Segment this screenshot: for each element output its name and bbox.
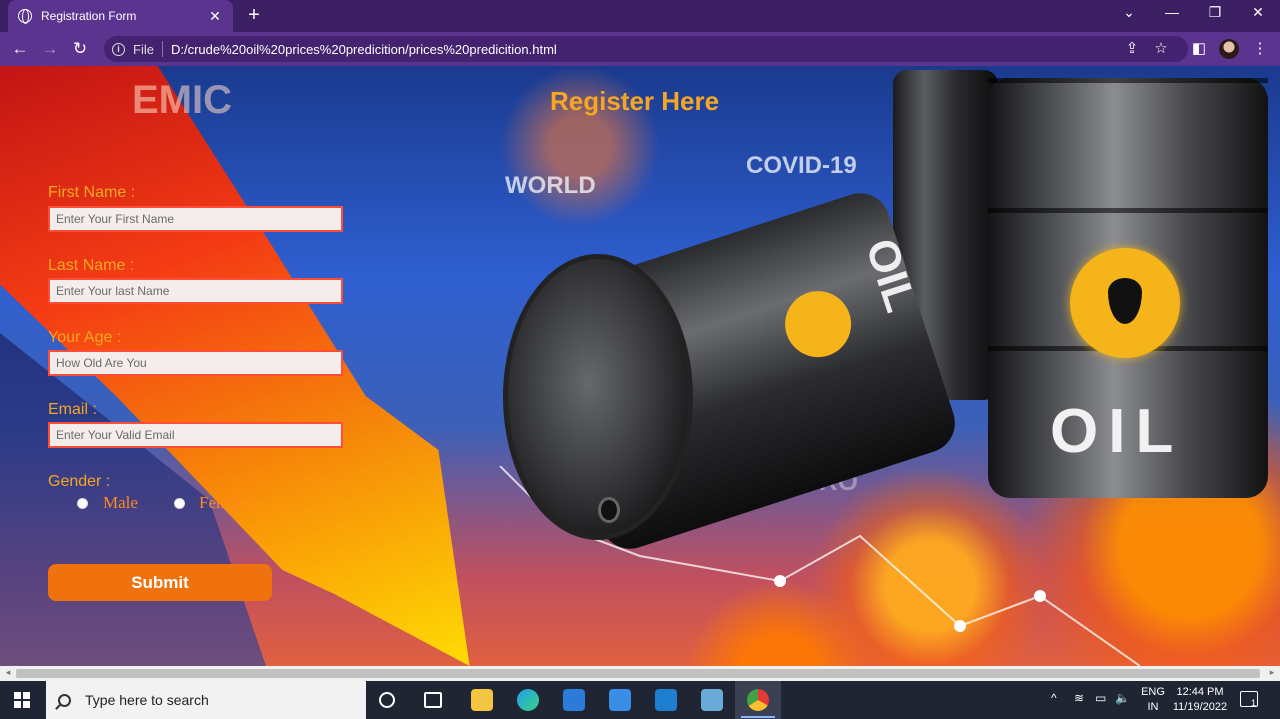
region-code: IN [1147, 701, 1159, 713]
clock-date: 11/19/2022 [1172, 701, 1228, 713]
chrome-icon[interactable] [747, 689, 769, 711]
wifi-icon[interactable]: ≋ [1074, 691, 1084, 705]
tab-registration-form[interactable]: Registration Form ✕ [8, 0, 233, 32]
search-icon [58, 693, 71, 707]
side-panel-icon[interactable]: ◧ [1189, 39, 1209, 57]
tab-title: Registration Form [41, 9, 137, 23]
address-scheme: File [133, 41, 154, 57]
chrome-active-indicator [741, 716, 775, 718]
gender-female-radio[interactable] [174, 498, 185, 509]
windows-start-icon[interactable] [14, 692, 30, 708]
reload-button[interactable]: ↻ [69, 38, 91, 60]
edge-icon[interactable] [517, 689, 539, 711]
barrel-lid [503, 254, 693, 540]
gender-female-label[interactable]: Female [199, 493, 249, 513]
tab-search-icon[interactable]: ⌄ [1119, 4, 1139, 21]
share-icon[interactable]: ⇪ [1122, 39, 1142, 57]
gender-label: Gender : [48, 473, 111, 490]
info-icon[interactable]: i [112, 42, 125, 56]
address-bar[interactable]: i File D:/crude%20oil%20prices%20predici… [104, 36, 1188, 62]
oil-drop-logo-small-icon [776, 282, 860, 366]
address-url[interactable]: D:/crude%20oil%20prices%20predicition/pr… [171, 42, 557, 57]
barrel-oil-text: OIL [1050, 397, 1184, 466]
menu-icon[interactable]: ⋮ [1250, 39, 1270, 57]
first-name-input[interactable] [48, 206, 343, 232]
browser-toolbar: ← → ↻ i File D:/crude%20oil%20prices%20p… [0, 32, 1280, 66]
star-icon[interactable]: ☆ [1151, 39, 1171, 57]
address-divider [161, 41, 163, 57]
store-icon[interactable] [563, 689, 585, 711]
scroll-right-icon[interactable]: ▸ [1266, 667, 1278, 678]
taskbar-search-box[interactable]: Type here to search [46, 681, 366, 719]
forward-button[interactable]: → [39, 38, 61, 60]
submit-button[interactable]: Submit [48, 564, 272, 601]
background-word-world: WORLD [505, 172, 596, 199]
show-hidden-icons-icon[interactable]: ^ [1051, 691, 1057, 705]
widgets-icon[interactable] [424, 692, 442, 708]
vscode-icon[interactable] [655, 689, 677, 711]
maximize-button[interactable]: ❐ [1205, 4, 1225, 21]
gender-male-label[interactable]: Male [103, 493, 138, 513]
first-name-label: First Name : [48, 184, 136, 201]
profile-avatar[interactable] [1219, 39, 1239, 59]
task-view-icon[interactable] [379, 692, 395, 708]
gender-male-radio[interactable] [77, 498, 88, 509]
email-input[interactable] [48, 422, 343, 448]
volume-icon[interactable]: 🔈 [1115, 691, 1130, 705]
notepad-icon[interactable] [701, 689, 723, 711]
language-indicator[interactable]: ENG IN [1138, 685, 1168, 715]
language-code: ENG [1141, 686, 1165, 698]
age-label: Your Age : [48, 329, 122, 346]
file-explorer-icon[interactable] [471, 689, 493, 711]
page-viewport: EMIC WORLD COVID-19 CORO OIL OIL Registe… [0, 66, 1280, 666]
notification-center-icon[interactable]: 1 [1240, 691, 1258, 708]
page-title: Register Here [550, 86, 720, 116]
age-input[interactable] [48, 350, 343, 376]
clock-time: 12:44 PM [1176, 686, 1224, 698]
close-window-button[interactable]: ✕ [1248, 4, 1268, 21]
email-label: Email : [48, 401, 97, 418]
scroll-left-icon[interactable]: ◂ [2, 667, 14, 678]
barrel-cap [598, 497, 620, 523]
taskbar-search-placeholder: Type here to search [85, 692, 209, 708]
background-word-covid: COVID-19 [746, 152, 857, 179]
last-name-input[interactable] [48, 278, 343, 304]
back-button[interactable]: ← [9, 38, 31, 60]
horizontal-scrollbar[interactable]: ◂ ▸ [0, 666, 1280, 681]
scrollbar-thumb[interactable] [16, 669, 1260, 678]
oil-drop-logo-icon [1070, 248, 1180, 358]
background-word-emic: EMIC [132, 78, 232, 122]
minimize-button[interactable]: — [1162, 4, 1182, 20]
system-clock[interactable]: 12:44 PM 11/19/2022 [1166, 685, 1234, 715]
battery-icon[interactable]: ▭ [1095, 691, 1106, 705]
tab-strip: Registration Form ✕ + ⌄ — ❐ ✕ [0, 0, 1280, 32]
close-tab-icon[interactable]: ✕ [207, 8, 223, 25]
mail-icon[interactable] [609, 689, 631, 711]
new-tab-button[interactable]: + [243, 4, 265, 27]
globe-icon [18, 9, 32, 24]
last-name-label: Last Name : [48, 257, 135, 274]
oil-barrel-upright: OIL [988, 78, 1268, 498]
windows-taskbar: Type here to search ^ ≋ ▭ 🔈 ENG IN 12:44… [0, 681, 1280, 719]
